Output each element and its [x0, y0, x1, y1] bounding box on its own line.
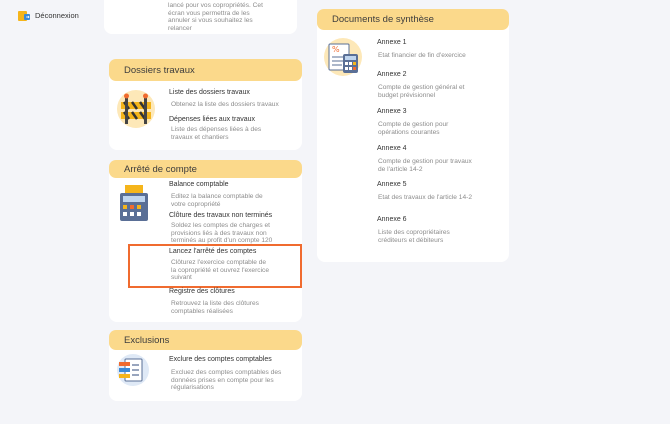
item-title: Exclure des comptes comptables: [169, 356, 272, 363]
item-desc: Liste des dépenses liées à des travaux e…: [171, 126, 262, 141]
logout-button[interactable]: Déconnexion: [17, 8, 79, 22]
item-desc: Etat des travaux de l'article 14-2: [378, 194, 472, 201]
arrete-item-balance[interactable]: Balance comptable Editez la balance comp…: [169, 181, 269, 208]
item-title: Annexe 3: [377, 108, 407, 115]
logout-label: Déconnexion: [35, 10, 79, 20]
item-desc: Clôturez l'exercice comptable de la copr…: [171, 259, 270, 282]
item-desc: Retrouvez la liste des clôtures comptabl…: [171, 300, 259, 315]
item-desc: Compte de gestion pour opérations couran…: [378, 121, 449, 136]
item-title: Annexe 4: [377, 145, 407, 152]
item-title: Dépenses liées aux travaux: [169, 116, 255, 123]
item-title: Registre des clôtures: [169, 288, 235, 295]
item-desc: Obtenez la liste des dossiers travaux: [171, 101, 279, 108]
arrete-item-lancez[interactable]: Lancez l'arrêté des comptes Clôturez l'e…: [169, 248, 269, 282]
logout-icon: [17, 8, 31, 22]
barrier-icon: [116, 89, 156, 129]
item-title: Lancez l'arrêté des comptes: [169, 248, 257, 255]
calculator-icon: %: [323, 37, 363, 77]
synthese-item-annexe-3[interactable]: Annexe 3 Compte de gestion pour opératio…: [377, 108, 477, 136]
synthese-item-annexe-6[interactable]: Annexe 6 Liste des copropriétaires crédi…: [377, 216, 477, 244]
dossiers-header: Dossiers travaux: [109, 59, 302, 81]
dossiers-item-liste[interactable]: Liste des dossiers travaux Obtenez la li…: [169, 89, 294, 109]
item-title: Annexe 5: [377, 181, 407, 188]
arrete-item-registre[interactable]: Registre des clôtures Retrouvez la liste…: [169, 288, 269, 315]
item-title: Annexe 6: [377, 216, 407, 223]
synthese-item-annexe-1[interactable]: Annexe 1 Etat financier de fin d'exercic…: [377, 39, 477, 60]
document-icon: [116, 353, 150, 387]
top-card-text: lancé pour vos copropriétés. Cet écran v…: [168, 2, 263, 32]
synthese-item-annexe-5[interactable]: Annexe 5 Etat des travaux de l'article 1…: [377, 181, 477, 202]
item-title: Liste des dossiers travaux: [169, 89, 250, 96]
cash-register-icon: [118, 184, 150, 222]
item-desc: Compte de gestion général et budget prév…: [378, 84, 465, 99]
item-desc: Etat financier de fin d'exercice: [378, 52, 466, 59]
arrete-item-cloture-travaux[interactable]: Clôture des travaux non terminés Soldez …: [169, 212, 279, 245]
synthese-header: Documents de synthèse: [317, 9, 509, 30]
synthese-item-annexe-4[interactable]: Annexe 4 Compte de gestion pour travaux …: [377, 145, 477, 173]
exclusions-item-exclure[interactable]: Exclure des comptes comptables Excluez d…: [169, 356, 284, 392]
arrete-header: Arrêté de compte: [109, 160, 302, 178]
item-desc: Liste des copropriétaires créditeurs et …: [378, 229, 450, 244]
svg-text:%: %: [332, 45, 340, 54]
item-desc: Soldez les comptes de charges et provisi…: [171, 222, 273, 245]
exclusions-header: Exclusions: [109, 330, 302, 350]
dossiers-item-depenses[interactable]: Dépenses liées aux travaux Liste des dép…: [169, 116, 269, 141]
item-title: Balance comptable: [169, 181, 229, 188]
item-title: Annexe 1: [377, 39, 407, 46]
item-desc: Editez la balance comptable de votre cop…: [171, 193, 263, 208]
synthese-item-annexe-2[interactable]: Annexe 2 Compte de gestion général et bu…: [377, 71, 477, 99]
item-title: Annexe 2: [377, 71, 407, 78]
item-title: Clôture des travaux non terminés: [169, 212, 273, 219]
item-desc: Excluez des comptes comptables des donné…: [171, 369, 282, 392]
item-desc: Compte de gestion pour travaux de l'arti…: [378, 158, 472, 173]
